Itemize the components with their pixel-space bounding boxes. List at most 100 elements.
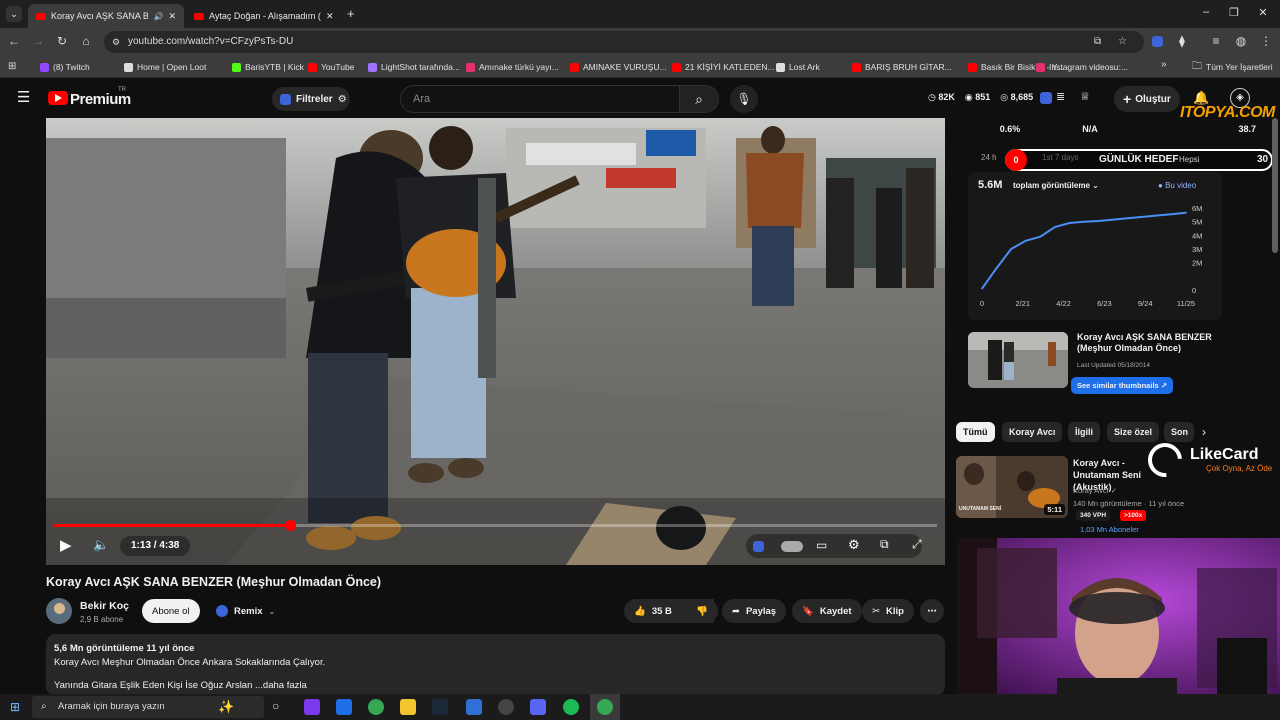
filters-button[interactable]: Filtreler ⚙ bbox=[272, 87, 350, 111]
search-button-icon[interactable]: ⌕ bbox=[679, 85, 719, 113]
taskbar-search-input[interactable]: ⌕ Aramak için buraya yazın ✨ bbox=[32, 696, 264, 718]
x-tick-label: 11/25 bbox=[1177, 299, 1195, 308]
all-bookmarks[interactable]: 🗀 Tüm Yer İşaretleri bbox=[1192, 59, 1273, 75]
clip-button[interactable]: ✂ Klip bbox=[862, 599, 914, 623]
chip-koray-avci[interactable]: Koray Avcı bbox=[1002, 422, 1063, 442]
app-icon-calendar[interactable] bbox=[336, 699, 352, 715]
timespan-all[interactable]: Hepsi bbox=[1179, 155, 1199, 164]
extensions-icon[interactable]: ⧫ bbox=[1174, 34, 1190, 48]
more-actions-button[interactable]: ⋯ bbox=[920, 599, 944, 623]
close-tab-icon[interactable]: ✕ bbox=[326, 11, 334, 22]
chip-scroll-right-icon[interactable]: › bbox=[1202, 425, 1206, 439]
miniplayer-icon[interactable]: ⧉ bbox=[880, 537, 889, 552]
vidiq-player-icon[interactable] bbox=[753, 541, 764, 552]
see-similar-button[interactable]: See similar thumbnails ↗ bbox=[1071, 377, 1174, 394]
app-icon-2[interactable] bbox=[466, 699, 482, 715]
likecard-tagline: Çok Oyna, Az Öde bbox=[1206, 464, 1273, 473]
similar-thumbnail[interactable] bbox=[968, 332, 1068, 388]
progress-track[interactable] bbox=[54, 520, 937, 531]
channel-avatar[interactable] bbox=[46, 598, 72, 624]
vidiq-list-icon[interactable]: ≣ bbox=[1056, 90, 1065, 103]
search-input[interactable]: Ara bbox=[400, 85, 680, 113]
video-player[interactable]: ▶ 🔈 1:13 / 4:38 ▭ ⚙ ⧉ ⤢ bbox=[46, 118, 945, 565]
bookmark-favicon-icon bbox=[852, 62, 861, 72]
extension-icon[interactable] bbox=[1152, 36, 1163, 47]
reading-list-icon[interactable]: ≡ bbox=[1208, 34, 1224, 48]
microphone-icon[interactable]: 🎙 bbox=[730, 85, 758, 113]
vidiq-icon[interactable] bbox=[1040, 92, 1052, 104]
chrome-icon[interactable] bbox=[368, 699, 384, 715]
hamburger-menu-icon[interactable]: ☰ bbox=[17, 90, 30, 105]
save-button[interactable]: 🔖 Kaydet bbox=[792, 599, 862, 623]
fullscreen-icon[interactable]: ⤢ bbox=[912, 537, 922, 552]
task-view-icon[interactable]: ○ bbox=[272, 699, 279, 713]
new-tab-icon[interactable]: + bbox=[347, 6, 355, 21]
premium-logo[interactable]: Premium bbox=[70, 91, 131, 108]
chip-recent[interactable]: Son bbox=[1164, 422, 1194, 442]
back-icon[interactable]: ← bbox=[6, 34, 22, 48]
create-button[interactable]: + Oluştur bbox=[1114, 86, 1180, 112]
bookmark-item[interactable]: AMINAKE VURUŞU... bbox=[570, 59, 667, 75]
bookmark-item[interactable]: BarisYTB | Kick bbox=[232, 59, 304, 75]
install-icon[interactable]: ⧉ bbox=[1094, 31, 1101, 53]
home-icon[interactable]: ⌂ bbox=[78, 34, 94, 48]
obs-icon[interactable] bbox=[498, 699, 514, 715]
app-icon-1[interactable] bbox=[304, 699, 320, 715]
recommended-stats: 140 Mn görüntüleme · 11 yıl önce bbox=[1073, 499, 1185, 508]
file-explorer-icon[interactable] bbox=[400, 699, 416, 715]
site-info-icon[interactable]: ⚙ bbox=[112, 31, 120, 53]
trophy-icon[interactable]: ♕ bbox=[1080, 90, 1090, 103]
windows-start-icon[interactable]: ⊞ bbox=[10, 700, 20, 714]
bookmark-item[interactable]: Lost Ark bbox=[776, 59, 820, 75]
steam-icon[interactable] bbox=[432, 699, 448, 715]
chip-for-you[interactable]: Size özel bbox=[1107, 422, 1160, 442]
subtitles-icon[interactable]: ▭ bbox=[816, 538, 827, 552]
webcam-image bbox=[957, 538, 1280, 694]
close-tab-icon[interactable]: ✕ bbox=[168, 11, 176, 22]
bookmark-item[interactable]: (8) Twitch bbox=[40, 59, 90, 75]
chip-all[interactable]: Tümü bbox=[956, 422, 995, 442]
menu-dots-icon[interactable]: ⋮ bbox=[1258, 34, 1274, 48]
play-icon[interactable]: ▶ bbox=[60, 536, 72, 554]
spotify-icon[interactable] bbox=[563, 699, 579, 715]
progress-scrubber[interactable] bbox=[284, 520, 296, 531]
dislike-button[interactable]: 👎 bbox=[686, 599, 718, 623]
bookmark-star-icon[interactable]: ☆ bbox=[1118, 31, 1127, 53]
tab-search-button[interactable]: ⌄ bbox=[6, 6, 22, 22]
close-window-icon[interactable]: ✕ bbox=[1255, 6, 1271, 19]
maximize-icon[interactable]: ❐ bbox=[1226, 6, 1242, 19]
bookmark-item[interactable]: Home | Open Loot bbox=[124, 59, 206, 75]
chrome-active-taskbar[interactable] bbox=[590, 694, 620, 720]
tab-current[interactable]: Koray Avcı AŞK SANA BEN 🔊 ✕ bbox=[28, 4, 184, 28]
bookmark-item[interactable]: LightShot tarafında... bbox=[368, 59, 460, 75]
address-bar[interactable]: ⚙ youtube.com/watch?v=CFzyPsTs-DU ⧉ ☆ bbox=[104, 31, 1144, 53]
forward-icon[interactable]: → bbox=[30, 34, 46, 48]
bookmark-item[interactable]: Instagram videosu:... bbox=[1036, 59, 1128, 75]
speaker-icon[interactable]: 🔊 bbox=[153, 12, 163, 21]
bookmark-item[interactable]: 21 KİŞİYİ KATLEDEN... bbox=[672, 59, 775, 75]
recommended-thumbnail[interactable]: UNUTAMAM SENİ 5:11 bbox=[956, 456, 1068, 518]
description-box[interactable]: 5,6 Mn görüntüleme 11 yıl önce Koray Avc… bbox=[46, 634, 945, 696]
chip-related[interactable]: İlgili bbox=[1068, 422, 1100, 442]
page-scrollbar[interactable] bbox=[1272, 118, 1278, 253]
bookmark-item[interactable]: Amınake türkü yayı... bbox=[466, 59, 559, 75]
profile-icon[interactable]: ◍ bbox=[1233, 34, 1249, 48]
volume-icon[interactable]: 🔈 bbox=[93, 537, 109, 553]
settings-gear-icon[interactable]: ⚙ bbox=[848, 537, 860, 553]
discord-icon[interactable] bbox=[530, 699, 546, 715]
more-bookmarks-icon[interactable]: » bbox=[1161, 59, 1167, 70]
tab-second[interactable]: Aytaç Doğan - Alışamadım (Offi ✕ bbox=[186, 4, 346, 28]
recommended-channel-row[interactable]: Koray Avcı ✓ bbox=[1073, 486, 1117, 495]
channel-name[interactable]: Bekir Koç bbox=[80, 600, 129, 612]
subscribe-button[interactable]: Abone ol bbox=[142, 599, 200, 623]
share-button[interactable]: ➦ Paylaş bbox=[722, 599, 787, 623]
minimize-icon[interactable]: – bbox=[1198, 6, 1214, 18]
bookmark-item[interactable]: YouTube bbox=[308, 59, 354, 75]
timespan-24h[interactable]: 24 h bbox=[981, 153, 997, 162]
bookmark-item[interactable]: BARIŞ BRUH GİTAR... bbox=[852, 59, 952, 75]
reload-icon[interactable]: ↻ bbox=[54, 34, 70, 48]
apps-icon[interactable]: ⊞ bbox=[8, 61, 16, 72]
youtube-logo-icon[interactable] bbox=[48, 91, 68, 105]
autoplay-toggle[interactable] bbox=[781, 541, 803, 552]
remix-button[interactable]: Remix ⌄ bbox=[206, 599, 285, 623]
